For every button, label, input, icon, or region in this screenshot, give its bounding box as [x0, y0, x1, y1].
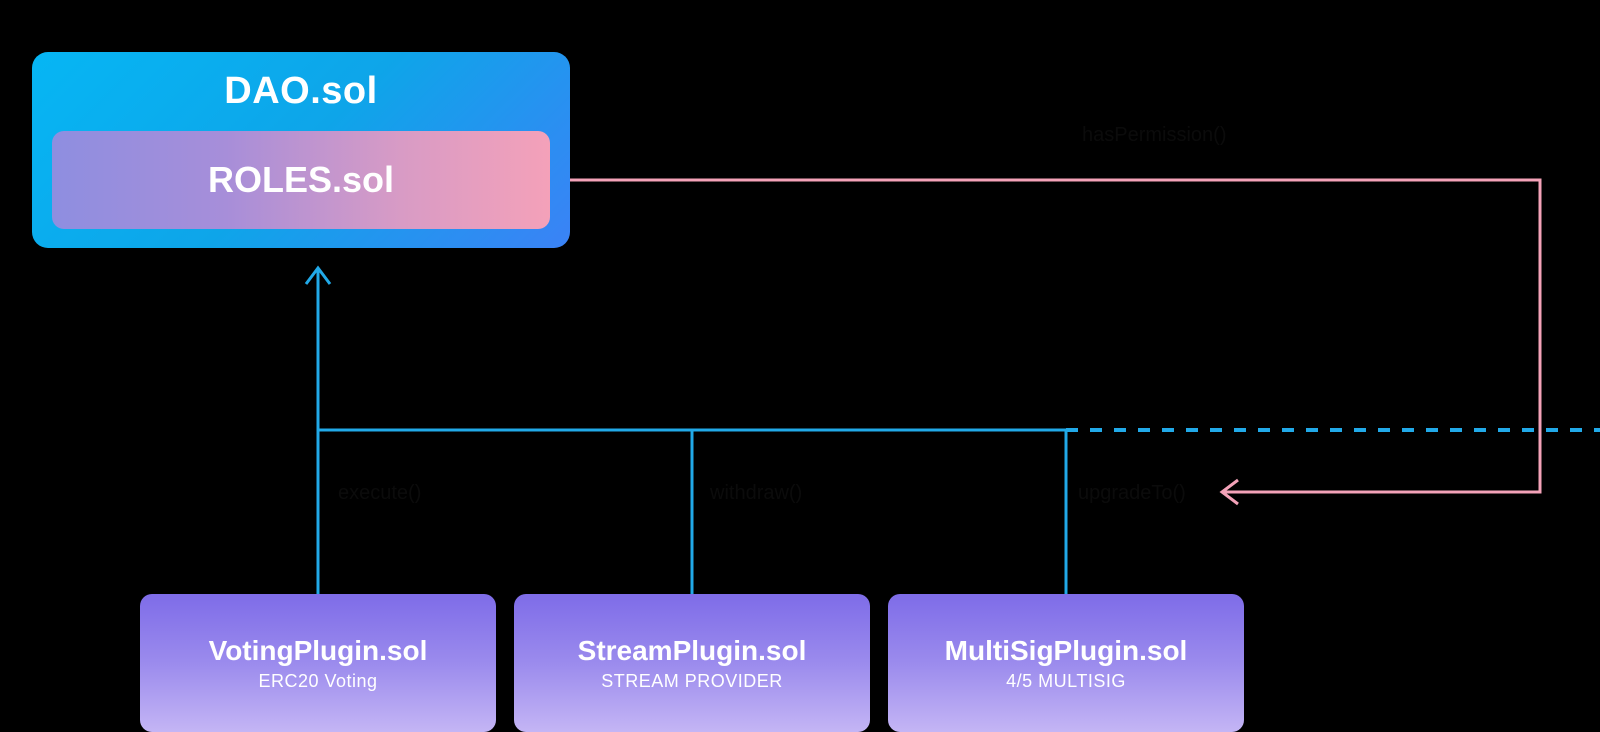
roles-title: ROLES.sol	[208, 159, 394, 201]
voting-plugin-title: VotingPlugin.sol	[209, 635, 428, 667]
stream-plugin-box: StreamPlugin.sol STREAM PROVIDER	[514, 594, 870, 732]
dao-title: DAO.sol	[52, 70, 550, 113]
multisig-plugin-title: MultiSigPlugin.sol	[945, 635, 1188, 667]
dao-box: DAO.sol ROLES.sol	[32, 52, 570, 248]
voting-plugin-subtitle: ERC20 Voting	[258, 671, 377, 692]
label-withdraw: withdraw()	[710, 482, 802, 505]
multisig-plugin-box: MultiSigPlugin.sol 4/5 MULTISIG	[888, 594, 1244, 732]
stream-plugin-subtitle: STREAM PROVIDER	[601, 671, 783, 692]
voting-plugin-box: VotingPlugin.sol ERC20 Voting	[140, 594, 496, 732]
stream-plugin-title: StreamPlugin.sol	[578, 635, 807, 667]
label-has-permission: hasPermission()	[1082, 124, 1226, 147]
multisig-plugin-subtitle: 4/5 MULTISIG	[1006, 671, 1126, 692]
label-upgrade: upgradeTo()	[1078, 482, 1186, 505]
label-execute: execute()	[338, 482, 421, 505]
roles-box: ROLES.sol	[52, 131, 550, 229]
diagram-canvas: DAO.sol ROLES.sol VotingPlugin.sol ERC20…	[0, 0, 1600, 732]
